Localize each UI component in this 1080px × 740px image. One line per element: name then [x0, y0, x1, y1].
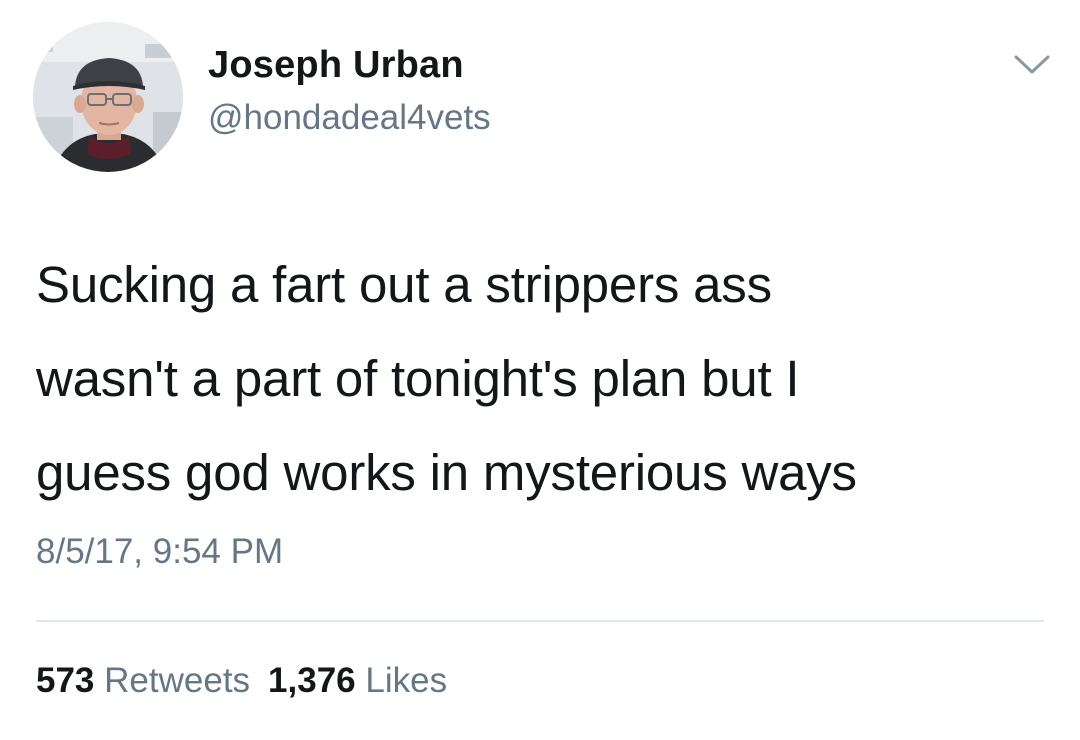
retweets-label: Retweets: [104, 661, 251, 700]
author-display-name[interactable]: Joseph Urban: [208, 44, 464, 87]
likes-stat[interactable]: 1,376 Likes: [268, 661, 447, 700]
retweets-stat[interactable]: 573 Retweets: [36, 661, 250, 700]
tweet-text: Sucking a fart out a strippers ass wasn'…: [36, 238, 1066, 520]
divider: [36, 620, 1044, 622]
likes-count: 1,376: [268, 661, 356, 700]
tweet-text-line: guess god works in mysterious ways: [36, 444, 857, 501]
tweet-text-line: Sucking a fart out a strippers ass: [36, 256, 772, 313]
avatar[interactable]: [33, 22, 183, 172]
profile-photo-icon: [33, 22, 183, 172]
tweet-card: Joseph Urban @hondadeal4vets Sucking a f…: [0, 0, 1080, 740]
chevron-down-icon[interactable]: [1012, 52, 1052, 78]
author-handle[interactable]: @hondadeal4vets: [208, 98, 491, 138]
tweet-stats: 573 Retweets 1,376 Likes: [36, 661, 447, 701]
likes-label: Likes: [365, 661, 448, 700]
tweet-text-line: wasn't a part of tonight's plan but I: [36, 350, 800, 407]
retweets-count: 573: [36, 661, 95, 700]
tweet-timestamp[interactable]: 8/5/17, 9:54 PM: [36, 532, 283, 572]
